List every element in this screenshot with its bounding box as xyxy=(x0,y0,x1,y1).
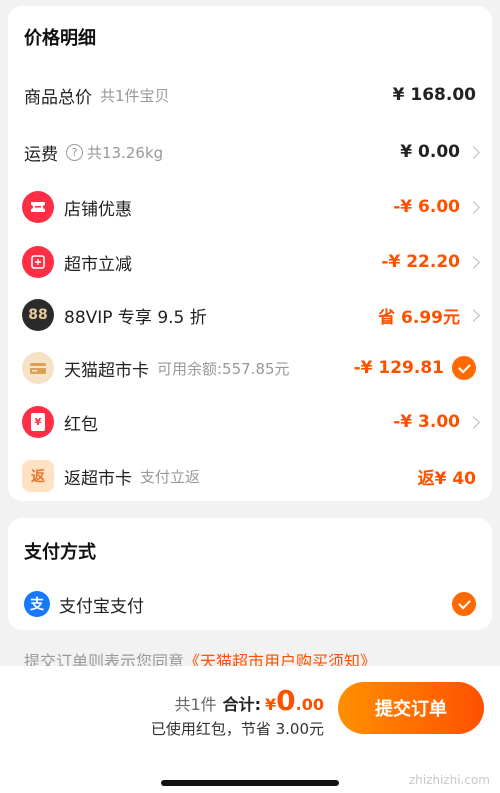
submit-order-button[interactable]: 提交订单 xyxy=(338,682,484,734)
vip-discount-label: 88VIP 专享 9.5 折 xyxy=(64,307,207,328)
goods-count-note: 共1件宝贝 xyxy=(100,86,170,105)
goods-total-value: ¥ 168.00 xyxy=(392,85,476,105)
alipay-label: 支付宝支付 xyxy=(59,596,144,617)
88vip-icon: 88 xyxy=(22,299,54,331)
red-envelope-row[interactable]: ¥ 红包 -¥ 3.00 xyxy=(8,402,492,442)
help-icon[interactable]: ? xyxy=(66,143,83,161)
shop-discount-row[interactable]: 店铺优惠 -¥ 6.00 xyxy=(8,187,492,227)
total-label: 合计: xyxy=(222,695,262,714)
red-envelope-value: -¥ 3.00 xyxy=(393,412,460,432)
supermarket-card-row[interactable]: 天猫超市卡 可用余额:557.85元 -¥ 129.81 xyxy=(8,348,492,388)
goods-total-row: 商品总价 共1件宝贝 ¥ 168.00 xyxy=(8,75,492,115)
supermarket-card-label: 天猫超市卡 xyxy=(64,360,149,381)
shipping-value: ¥ 0.00 xyxy=(400,142,460,162)
watermark: zhizhizhi.com xyxy=(408,773,490,787)
cashback-value: 返¥ 40 xyxy=(417,468,476,489)
red-envelope-icon: ¥ xyxy=(22,406,54,438)
envelope-symbol: ¥ xyxy=(31,413,45,431)
chevron-right-icon xyxy=(467,415,480,429)
total-amount-decimal: .00 xyxy=(295,695,324,714)
alipay-icon: 支 xyxy=(24,591,50,617)
supermarket-reduction-label: 超市立减 xyxy=(64,254,132,275)
cashback-row: 返 返超市卡 支付立返 返¥ 40 xyxy=(8,456,492,496)
vip-discount-row[interactable]: 88 88VIP 专享 9.5 折 省 6.99元 xyxy=(8,295,492,335)
payment-method-title: 支付方式 xyxy=(24,542,96,563)
ticket-icon xyxy=(22,191,54,223)
checkmark-icon[interactable] xyxy=(452,356,476,380)
total-amount-integer: 0 xyxy=(276,684,296,717)
cashback-icon: 返 xyxy=(22,460,54,492)
chevron-right-icon xyxy=(467,200,480,214)
shipping-weight-note: 共13.26kg xyxy=(87,143,164,162)
checkmark-icon[interactable] xyxy=(452,592,476,616)
shipping-label: 运费 xyxy=(24,144,58,165)
item-count: 共1件 xyxy=(174,695,217,714)
chevron-right-icon xyxy=(467,308,480,322)
total-line: 共1件 合计: ¥ 0 .00 xyxy=(174,684,324,717)
supermarket-card-value: -¥ 129.81 xyxy=(353,358,444,378)
chevron-right-icon xyxy=(467,255,480,269)
currency-symbol: ¥ xyxy=(265,695,277,714)
home-indicator[interactable] xyxy=(161,780,339,786)
card-icon xyxy=(22,352,54,384)
shipping-row[interactable]: 运费 ? 共13.26kg ¥ 0.00 xyxy=(8,132,492,172)
alipay-row[interactable]: 支 支付宝支付 xyxy=(8,584,492,624)
supermarket-reduction-value: -¥ 22.20 xyxy=(381,252,460,272)
shop-discount-value: -¥ 6.00 xyxy=(393,197,460,217)
bottom-checkout-bar: 共1件 合计: ¥ 0 .00 已使用红包，节省 3.00元 提交订单 zhiz… xyxy=(0,666,500,793)
vip-discount-value: 省 6.99元 xyxy=(378,307,460,328)
price-detail-card: 价格明细 商品总价 共1件宝贝 ¥ 168.00 运费 ? 共13.26kg ¥… xyxy=(8,6,492,501)
payment-method-card: 支付方式 支 支付宝支付 xyxy=(8,518,492,630)
chevron-right-icon xyxy=(467,145,480,159)
red-envelope-label: 红包 xyxy=(64,414,98,435)
goods-total-label: 商品总价 xyxy=(24,87,92,108)
price-detail-title: 价格明细 xyxy=(24,28,96,49)
cashback-label: 返超市卡 xyxy=(64,468,132,489)
shop-discount-label: 店铺优惠 xyxy=(64,199,132,220)
card-balance-note: 可用余额:557.85元 xyxy=(157,359,290,378)
supermarket-reduction-row[interactable]: 超市立减 -¥ 22.20 xyxy=(8,242,492,282)
cashback-note: 支付立返 xyxy=(140,467,201,486)
discount-badge-icon xyxy=(22,246,54,278)
savings-note: 已使用红包，节省 3.00元 xyxy=(150,720,324,738)
